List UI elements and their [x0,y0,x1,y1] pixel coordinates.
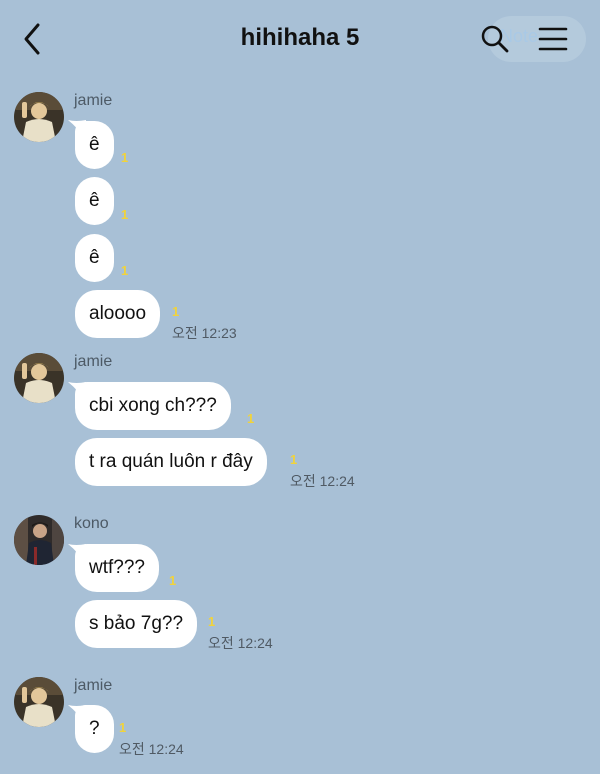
unread-count: 1 [121,263,129,278]
timestamp: 오전 12:24 [290,473,355,489]
chat-header: hihihaha 5 Note [0,0,600,80]
message-bubble[interactable]: cbi xong ch??? [75,382,231,430]
message-bubble[interactable]: s bảo 7g?? [75,600,198,648]
timestamp: 오전 12:23 [172,325,237,341]
sender-name: jamie [74,677,113,694]
unread-count: 1 [119,720,127,735]
message-bubble[interactable]: aloooo [75,290,161,338]
avatar[interactable] [14,353,64,403]
unread-count: 1 [208,614,216,629]
unread-count: 1 [247,411,255,426]
message-bubble[interactable]: ê [75,234,114,282]
avatar[interactable] [14,677,64,727]
sender-name: jamie [74,353,113,370]
unread-count: 1 [172,304,180,319]
unread-count: 1 [290,452,298,467]
search-icon[interactable] [480,24,510,54]
message-bubble[interactable]: t ra quán luôn r đây [75,438,267,486]
timestamp: 오전 12:24 [208,635,273,651]
timestamp: 오전 12:24 [119,741,184,757]
unread-count: 1 [121,150,129,165]
menu-icon[interactable] [538,26,568,52]
message-bubble[interactable]: ? [75,705,114,753]
sender-name: kono [74,515,109,532]
sender-name: jamie [74,92,113,109]
message-bubble[interactable]: wtf??? [75,544,159,592]
unread-count: 1 [169,573,177,588]
unread-count: 1 [121,207,129,222]
avatar[interactable] [14,515,64,565]
message-bubble[interactable]: ê [75,121,114,169]
avatar[interactable] [14,92,64,142]
message-bubble[interactable]: ê [75,177,114,225]
